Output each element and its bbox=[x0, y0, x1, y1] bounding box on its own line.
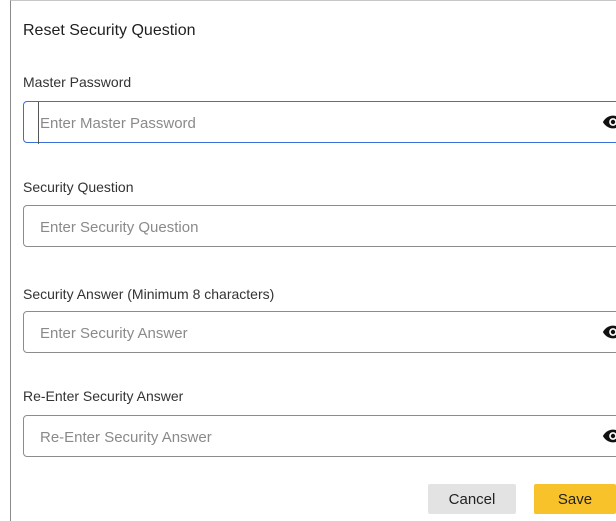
security-answer-label: Security Answer (Minimum 8 characters) bbox=[23, 286, 275, 302]
security-answer-field bbox=[23, 311, 616, 354]
cancel-button[interactable]: Cancel bbox=[428, 484, 516, 514]
security-question-label: Security Question bbox=[23, 179, 134, 195]
security-question-field bbox=[23, 205, 616, 248]
eye-icon[interactable] bbox=[602, 113, 616, 131]
reenter-security-answer-field bbox=[23, 415, 616, 458]
master-password-label: Master Password bbox=[23, 74, 132, 90]
reset-security-question-dialog: Reset Security Question Master Password … bbox=[10, 0, 616, 521]
master-password-input[interactable] bbox=[38, 102, 562, 144]
eye-icon[interactable] bbox=[602, 427, 616, 445]
security-question-input[interactable] bbox=[38, 206, 562, 248]
eye-icon[interactable] bbox=[602, 323, 616, 341]
reenter-security-answer-input[interactable] bbox=[38, 416, 562, 458]
save-button[interactable]: Save bbox=[534, 484, 616, 514]
dialog-title: Reset Security Question bbox=[23, 22, 196, 39]
reenter-security-answer-label: Re-Enter Security Answer bbox=[23, 388, 184, 404]
security-answer-input[interactable] bbox=[38, 312, 562, 354]
master-password-field bbox=[23, 101, 616, 144]
